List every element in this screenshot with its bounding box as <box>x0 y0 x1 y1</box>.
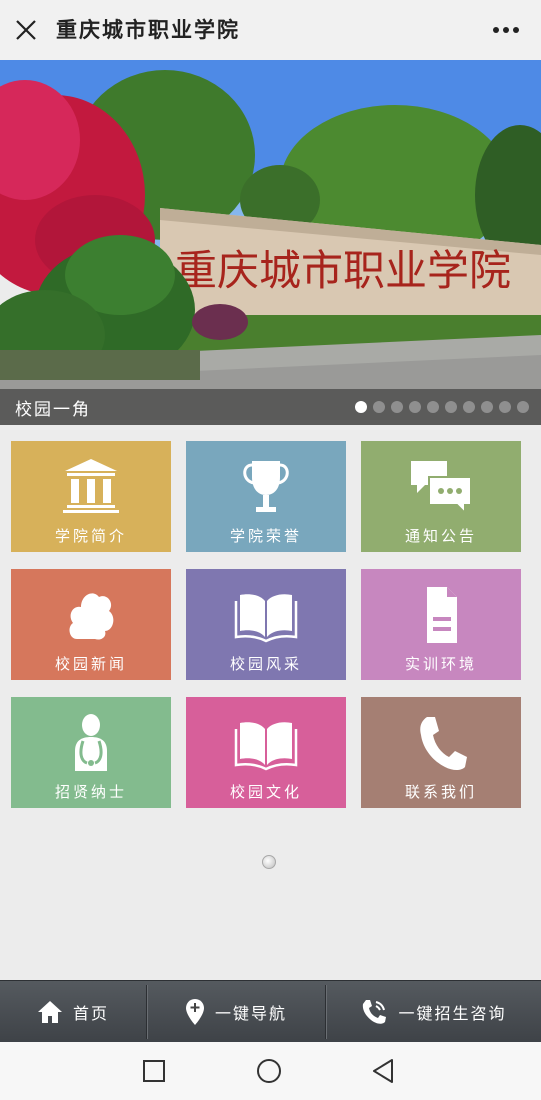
tile-label: 校园新闻 <box>54 655 127 673</box>
banner-caption: 校园一角 <box>15 400 91 420</box>
phone-icon <box>420 717 467 770</box>
banner-image: 重庆城市职业学院 <box>0 60 541 425</box>
building-icon <box>63 459 119 513</box>
carousel-dot[interactable] <box>373 401 385 413</box>
more-dots-icon <box>493 27 519 33</box>
trophy-icon <box>243 461 289 512</box>
circle-icon <box>257 1059 281 1083</box>
admissions-consult-button[interactable]: 一键招生咨询 <box>326 981 541 1043</box>
banner-carousel[interactable]: 重庆城市职业学院 校园一角 <box>0 60 541 425</box>
page-title: 重庆城市职业学院 <box>56 17 240 42</box>
back-button[interactable] <box>370 1057 398 1085</box>
close-button[interactable] <box>12 16 40 44</box>
tile-campus-news[interactable]: 校园新闻 <box>11 569 171 680</box>
tile-label: 学院简介 <box>54 527 127 545</box>
tile-recruitment[interactable]: 招贤纳士 <box>11 697 171 808</box>
phone-call-icon <box>360 998 388 1026</box>
carousel-dot[interactable] <box>427 401 439 413</box>
navigate-label: 一键导航 <box>214 1004 287 1023</box>
banner-caption-bar: 校园一角 <box>0 389 541 425</box>
tile-college-honors[interactable]: 学院荣誉 <box>186 441 346 552</box>
tile-college-intro[interactable]: 学院简介 <box>11 441 171 552</box>
tile-label: 学院荣誉 <box>229 527 302 545</box>
loading-indicator <box>262 855 276 869</box>
tile-campus-culture[interactable]: 校园文化 <box>186 697 346 808</box>
carousel-dot[interactable] <box>445 401 457 413</box>
carousel-dot[interactable] <box>355 401 367 413</box>
carousel-dot[interactable] <box>481 401 493 413</box>
location-pin-icon <box>185 998 205 1026</box>
tile-label: 通知公告 <box>404 527 477 545</box>
tile-label: 校园风采 <box>229 655 302 673</box>
tile-campus-style[interactable]: 校园风采 <box>186 569 346 680</box>
home-system-button[interactable] <box>255 1057 283 1085</box>
chat-bubbles-icon <box>411 461 472 516</box>
carousel-dot[interactable] <box>391 401 403 413</box>
carousel-dot[interactable] <box>517 401 529 413</box>
back-triangle-icon <box>373 1059 393 1083</box>
tile-contact-us[interactable]: 联系我们 <box>361 697 521 808</box>
document-icon <box>427 587 457 643</box>
carousel-dot[interactable] <box>463 401 475 413</box>
more-options-button[interactable] <box>489 18 523 42</box>
home-icon <box>37 1000 63 1024</box>
square-icon <box>143 1060 165 1082</box>
tile-label: 联系我们 <box>404 783 477 801</box>
tile-label: 实训环境 <box>404 655 477 673</box>
tile-notices[interactable]: 通知公告 <box>361 441 521 552</box>
navigate-button[interactable]: 一键导航 <box>147 981 325 1043</box>
tile-label: 招贤纳士 <box>54 783 127 801</box>
banner-sign-text: 重庆城市职业学院 <box>175 246 511 295</box>
home-button[interactable]: 首页 <box>0 981 146 1043</box>
system-navigation-bar <box>0 1042 541 1100</box>
bottom-action-bar: 首页 一键导航 一键招生咨询 <box>0 980 541 1043</box>
open-book-icon <box>234 722 298 771</box>
carousel-indicator <box>355 401 529 413</box>
tile-training-environment[interactable]: 实训环境 <box>361 569 521 680</box>
close-icon <box>16 20 36 40</box>
open-book-icon <box>234 594 298 643</box>
carousel-dot[interactable] <box>409 401 421 413</box>
tile-label: 校园文化 <box>229 783 302 801</box>
carousel-dot[interactable] <box>499 401 511 413</box>
title-bar: 重庆城市职业学院 <box>0 0 541 60</box>
doctor-icon <box>75 714 107 771</box>
menu-grid: 学院简介 学院荣誉 通知公告 校园新闻 校园风采 实训环境 招贤纳士 校园文化 … <box>11 441 521 808</box>
recent-apps-button[interactable] <box>140 1057 168 1085</box>
admissions-consult-label: 一键招生咨询 <box>398 1004 507 1023</box>
home-label: 首页 <box>72 1004 109 1023</box>
cloud-icon <box>69 593 114 640</box>
